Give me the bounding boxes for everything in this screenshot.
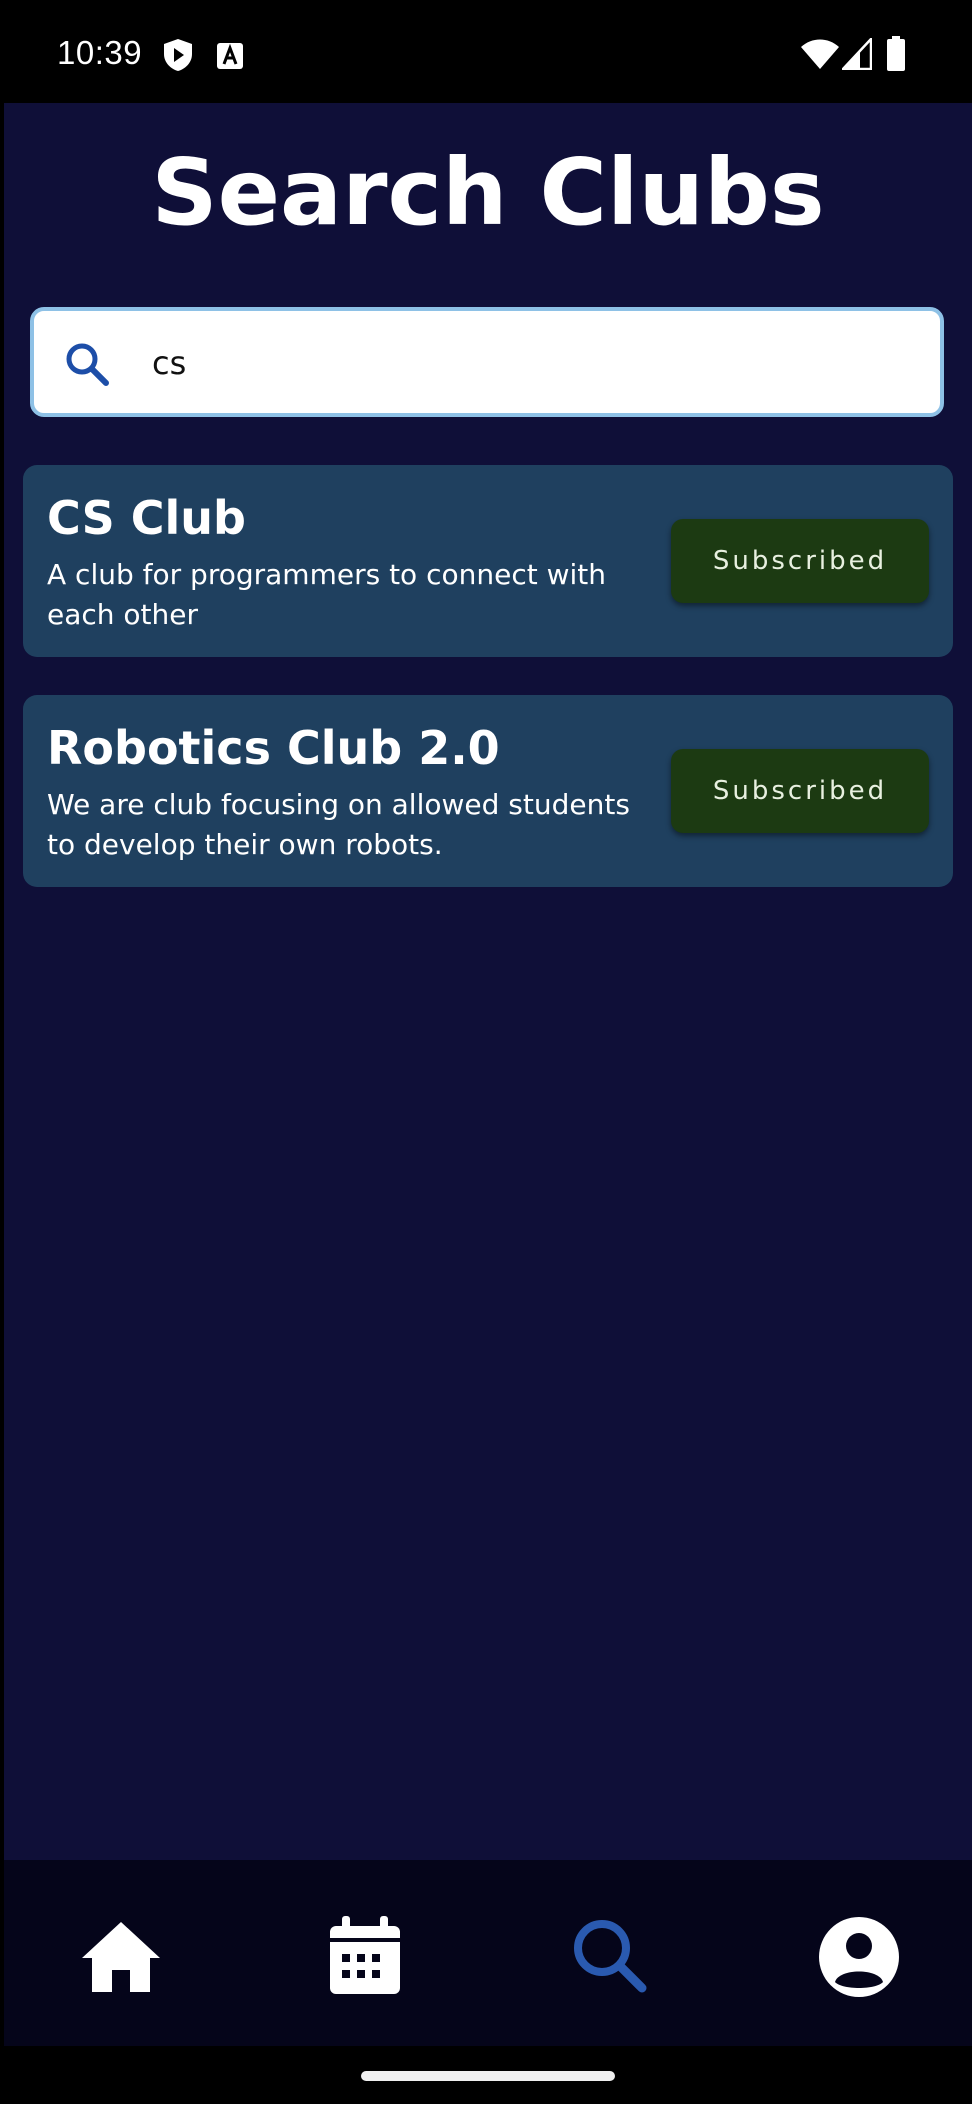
wifi-icon (801, 39, 839, 69)
profile-icon (819, 1917, 899, 1997)
app-content: Search Clubs CS Club A club for programm… (4, 103, 972, 1860)
nav-profile[interactable] (814, 1912, 904, 2002)
gesture-area (0, 2046, 972, 2104)
nav-calendar[interactable] (320, 1912, 410, 2002)
club-card[interactable]: Robotics Club 2.0 We are club focusing o… (23, 695, 953, 887)
nav-home[interactable] (76, 1912, 166, 2002)
subscribed-button[interactable]: Subscribed (671, 519, 929, 603)
text-a-icon (217, 43, 243, 69)
status-bar: 10:39 (0, 0, 972, 103)
status-time: 10:39 (57, 34, 143, 71)
home-icon (82, 1922, 160, 1992)
club-card[interactable]: CS Club A club for programmers to connec… (23, 465, 953, 657)
page-title: Search Clubs (151, 139, 825, 246)
calendar-icon (330, 1916, 400, 1994)
club-description: We are club focusing on allowed students… (47, 788, 630, 861)
club-description: A club for programmers to connect with e… (47, 558, 607, 631)
bottom-navigation (4, 1860, 972, 2046)
club-name: CS Club (47, 491, 246, 545)
nav-search[interactable] (566, 1912, 656, 2002)
search-input[interactable] (152, 331, 912, 395)
subscribed-button[interactable]: Subscribed (671, 749, 929, 833)
home-gesture-bar[interactable] (361, 2071, 615, 2081)
club-name: Robotics Club 2.0 (47, 721, 500, 775)
cellular-signal-icon (842, 38, 872, 70)
search-icon (66, 343, 109, 386)
shield-play-icon (164, 39, 192, 71)
search-bar[interactable] (30, 307, 944, 417)
battery-icon (887, 36, 905, 71)
search-icon (574, 1920, 647, 1993)
